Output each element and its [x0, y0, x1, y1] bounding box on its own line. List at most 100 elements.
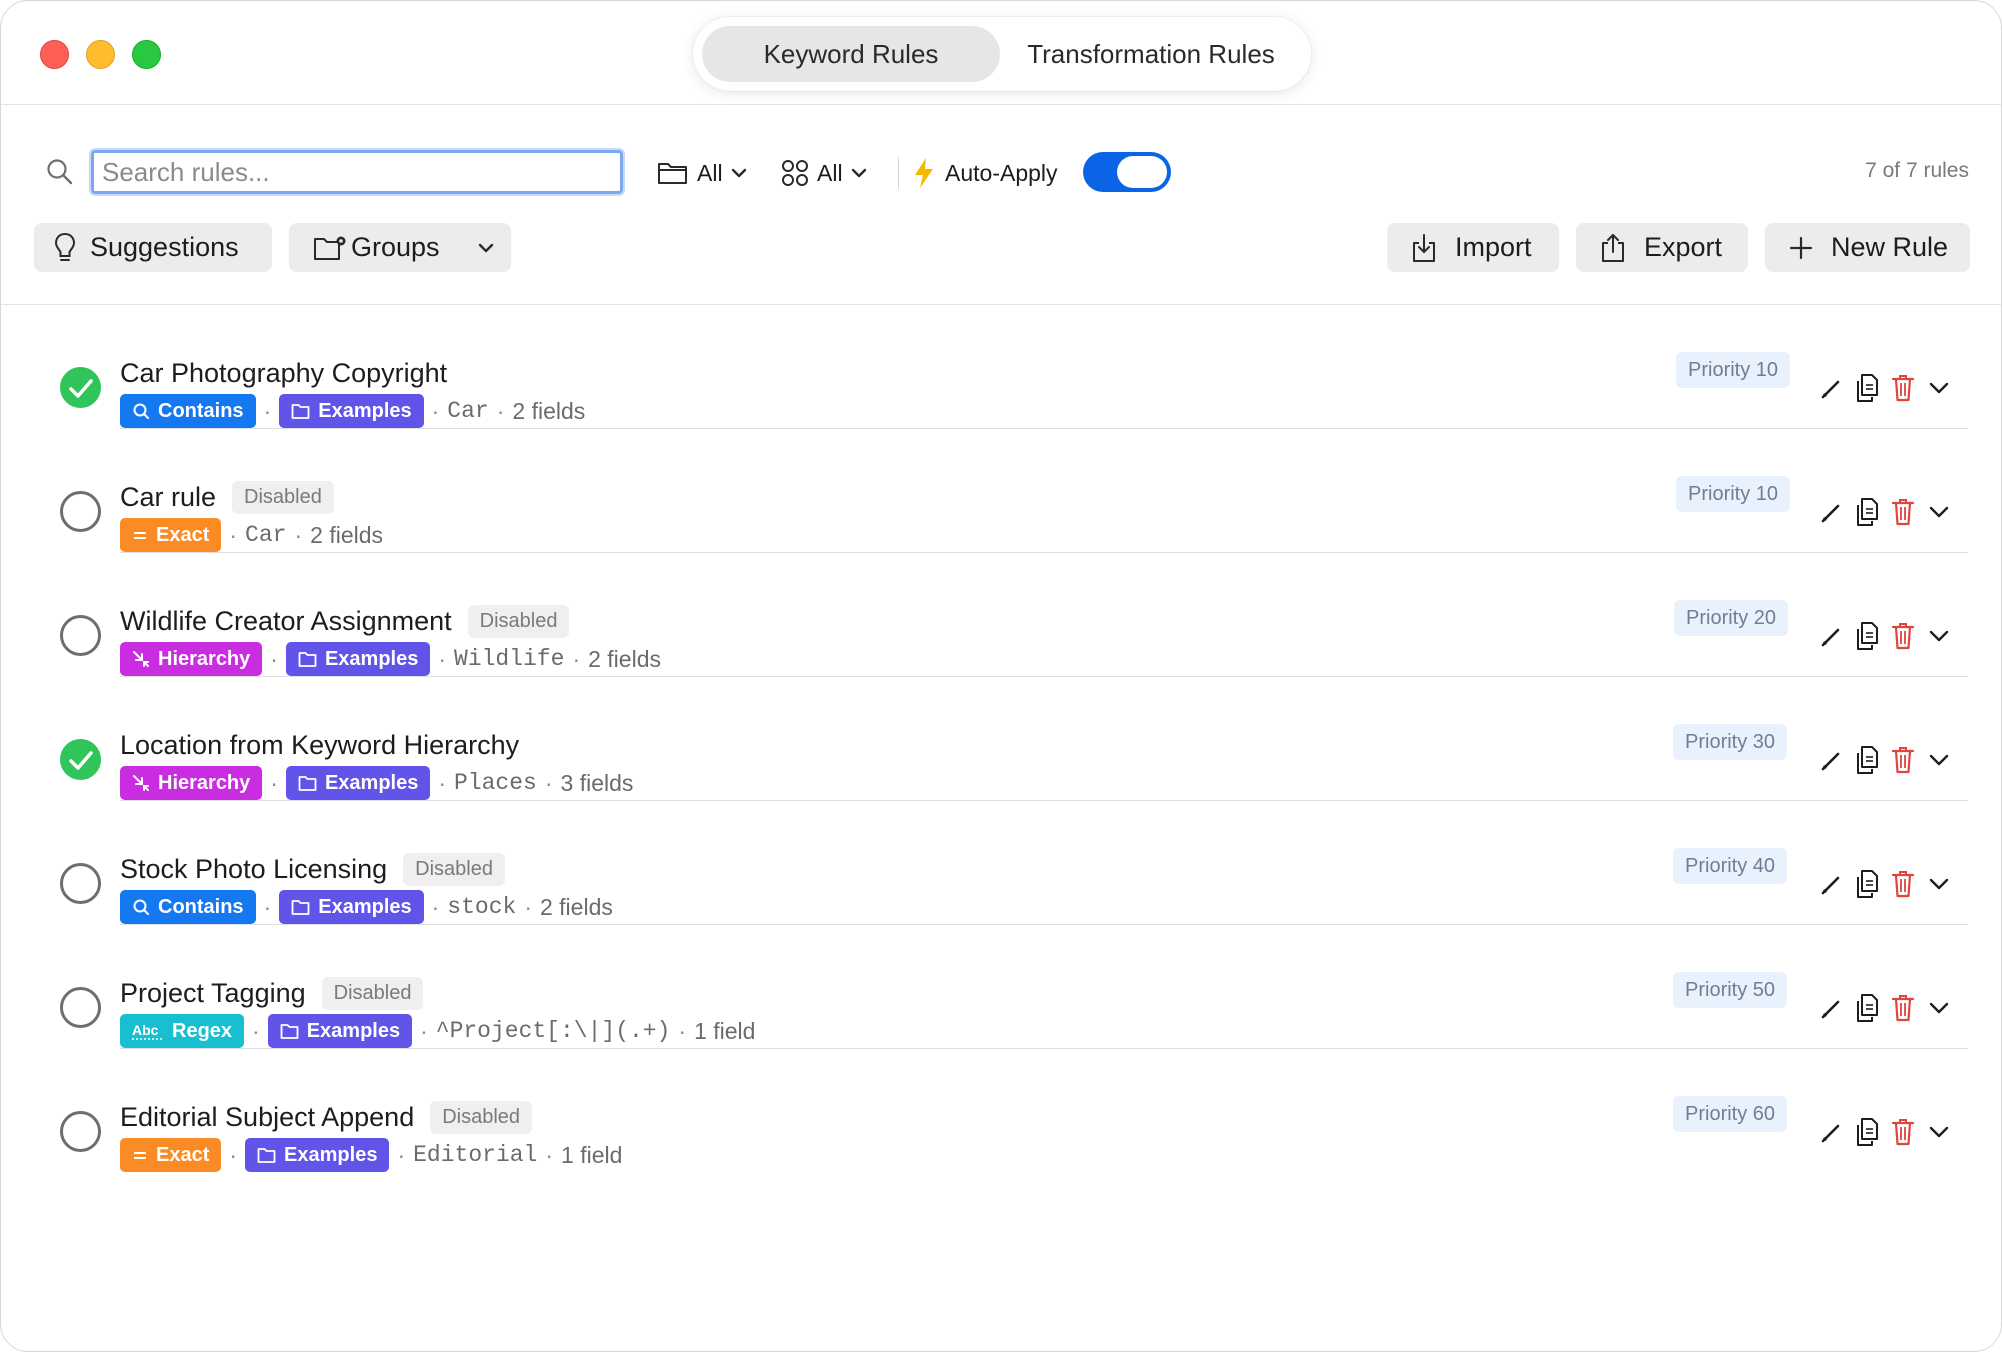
edit-button[interactable]: [1818, 1117, 1844, 1147]
group-label: Examples: [318, 399, 412, 422]
edit-button[interactable]: [1818, 993, 1844, 1023]
duplicate-button[interactable]: [1854, 373, 1880, 403]
lightbulb-icon: [54, 232, 76, 261]
rule-disabled-toggle[interactable]: [60, 863, 101, 904]
duplicate-button[interactable]: [1854, 869, 1880, 899]
zoom-window-button[interactable]: [132, 40, 161, 69]
rule-title-line: Editorial Subject Append Disabled: [120, 1099, 533, 1135]
expand-button[interactable]: [1926, 1117, 1952, 1147]
toggle-knob: [1117, 156, 1167, 188]
rule-title-line: Car rule Disabled: [120, 479, 334, 515]
new-rule-button[interactable]: New Rule: [1765, 223, 1970, 272]
expand-button[interactable]: [1926, 373, 1952, 403]
rule-name[interactable]: Project Tagging: [120, 978, 306, 1009]
duplicate-button[interactable]: [1854, 745, 1880, 775]
edit-button[interactable]: [1818, 745, 1844, 775]
toolbar-divider: [898, 157, 899, 189]
import-icon: [1413, 233, 1435, 262]
duplicate-button[interactable]: [1854, 497, 1880, 527]
group-filter-dropdown[interactable]: All: [781, 153, 867, 193]
rule-meta: Hierarchy · Examples · Wildlife · 2 fields: [120, 641, 661, 677]
duplicate-button[interactable]: [1854, 1117, 1880, 1147]
pencil-icon: [1821, 1000, 1840, 1019]
rule-actions: [1818, 621, 1952, 651]
rule-name[interactable]: Editorial Subject Append: [120, 1102, 414, 1133]
rule-disabled-toggle[interactable]: [60, 1111, 101, 1152]
arrows-in-icon: [133, 651, 149, 667]
delete-button[interactable]: [1890, 621, 1916, 651]
checkmark-icon: [69, 379, 93, 398]
expand-button[interactable]: [1926, 745, 1952, 775]
rule-enabled-toggle[interactable]: [60, 739, 101, 780]
separator-dot: ·: [294, 521, 303, 548]
edit-button[interactable]: [1818, 497, 1844, 527]
rule-name[interactable]: Car rule: [120, 482, 216, 513]
rule-name[interactable]: Stock Photo Licensing: [120, 854, 387, 885]
rule-enabled-toggle[interactable]: [60, 367, 101, 408]
plus-icon: [1789, 236, 1813, 259]
magnifier-icon: [133, 899, 149, 915]
match-type-badge: Hierarchy: [120, 642, 263, 676]
rule-row: Editorial Subject Append Disabled Exact · Ex…: [1, 1049, 2001, 1173]
rule-title-line: Stock Photo Licensing Disabled: [120, 851, 505, 887]
rule-disabled-toggle[interactable]: [60, 987, 101, 1028]
delete-button[interactable]: [1890, 869, 1916, 899]
new-rule-label: New Rule: [1831, 232, 1949, 262]
trash-icon: [1891, 871, 1915, 898]
expand-button[interactable]: [1926, 869, 1952, 899]
separator-dot: ·: [263, 397, 272, 424]
separator-dot: ·: [263, 893, 272, 920]
rule-keyword: stock: [447, 894, 517, 920]
equals-icon: [134, 532, 146, 539]
delete-button[interactable]: [1890, 993, 1916, 1023]
rule-name[interactable]: Car Photography Copyright: [120, 358, 447, 389]
folder-filter-label: All: [697, 159, 723, 186]
export-button[interactable]: Export: [1576, 223, 1748, 272]
rule-title-line: Wildlife Creator Assignment Disabled: [120, 603, 570, 639]
match-type-label: Hierarchy: [158, 647, 251, 670]
expand-button[interactable]: [1926, 621, 1952, 651]
match-type-label: Regex: [172, 1019, 233, 1042]
rule-name[interactable]: Wildlife Creator Assignment: [120, 606, 452, 637]
rule-title-line: Car Photography Copyright: [120, 355, 447, 391]
delete-button[interactable]: [1890, 497, 1916, 527]
folder-filter-dropdown[interactable]: All: [657, 153, 747, 193]
field-count: 3 fields: [560, 769, 634, 796]
suggestions-button[interactable]: Suggestions: [34, 223, 272, 272]
minimize-window-button[interactable]: [86, 40, 115, 69]
match-type-badge: Abc Regex: [120, 1014, 245, 1048]
group-label: Examples: [284, 1143, 378, 1166]
copy-icon: [1857, 374, 1878, 402]
expand-button[interactable]: [1926, 993, 1952, 1023]
rule-name[interactable]: Location from Keyword Hierarchy: [120, 730, 519, 761]
group-badge: Examples: [245, 1138, 390, 1172]
edit-button[interactable]: [1818, 869, 1844, 899]
chevron-down-icon: [1929, 1002, 1949, 1014]
search-icon: [47, 159, 73, 185]
expand-button[interactable]: [1926, 497, 1952, 527]
delete-button[interactable]: [1890, 373, 1916, 403]
magnifier-icon: [133, 403, 149, 419]
groups-button[interactable]: Groups: [289, 223, 511, 272]
delete-button[interactable]: [1890, 745, 1916, 775]
duplicate-button[interactable]: [1854, 993, 1880, 1023]
auto-apply-toggle[interactable]: [1083, 152, 1171, 192]
duplicate-button[interactable]: [1854, 621, 1880, 651]
edit-button[interactable]: [1818, 373, 1844, 403]
chevron-down-icon: [731, 168, 746, 178]
delete-button[interactable]: [1890, 1117, 1916, 1147]
pencil-icon: [1821, 628, 1840, 647]
rule-disabled-toggle[interactable]: [60, 491, 101, 532]
close-window-button[interactable]: [40, 40, 69, 69]
separator-dot: ·: [229, 1141, 238, 1168]
trash-icon: [1891, 623, 1915, 650]
edit-button[interactable]: [1818, 621, 1844, 651]
group-label: Examples: [324, 647, 419, 670]
import-button[interactable]: Import: [1387, 223, 1559, 272]
tab-transformation-rules[interactable]: Transformation Rules: [1000, 26, 1302, 82]
rule-keyword: Editorial: [413, 1142, 538, 1168]
rule-actions: [1818, 373, 1952, 403]
rule-disabled-toggle[interactable]: [60, 615, 101, 656]
search-input[interactable]: [89, 148, 625, 196]
tab-keyword-rules[interactable]: Keyword Rules: [702, 26, 1000, 82]
